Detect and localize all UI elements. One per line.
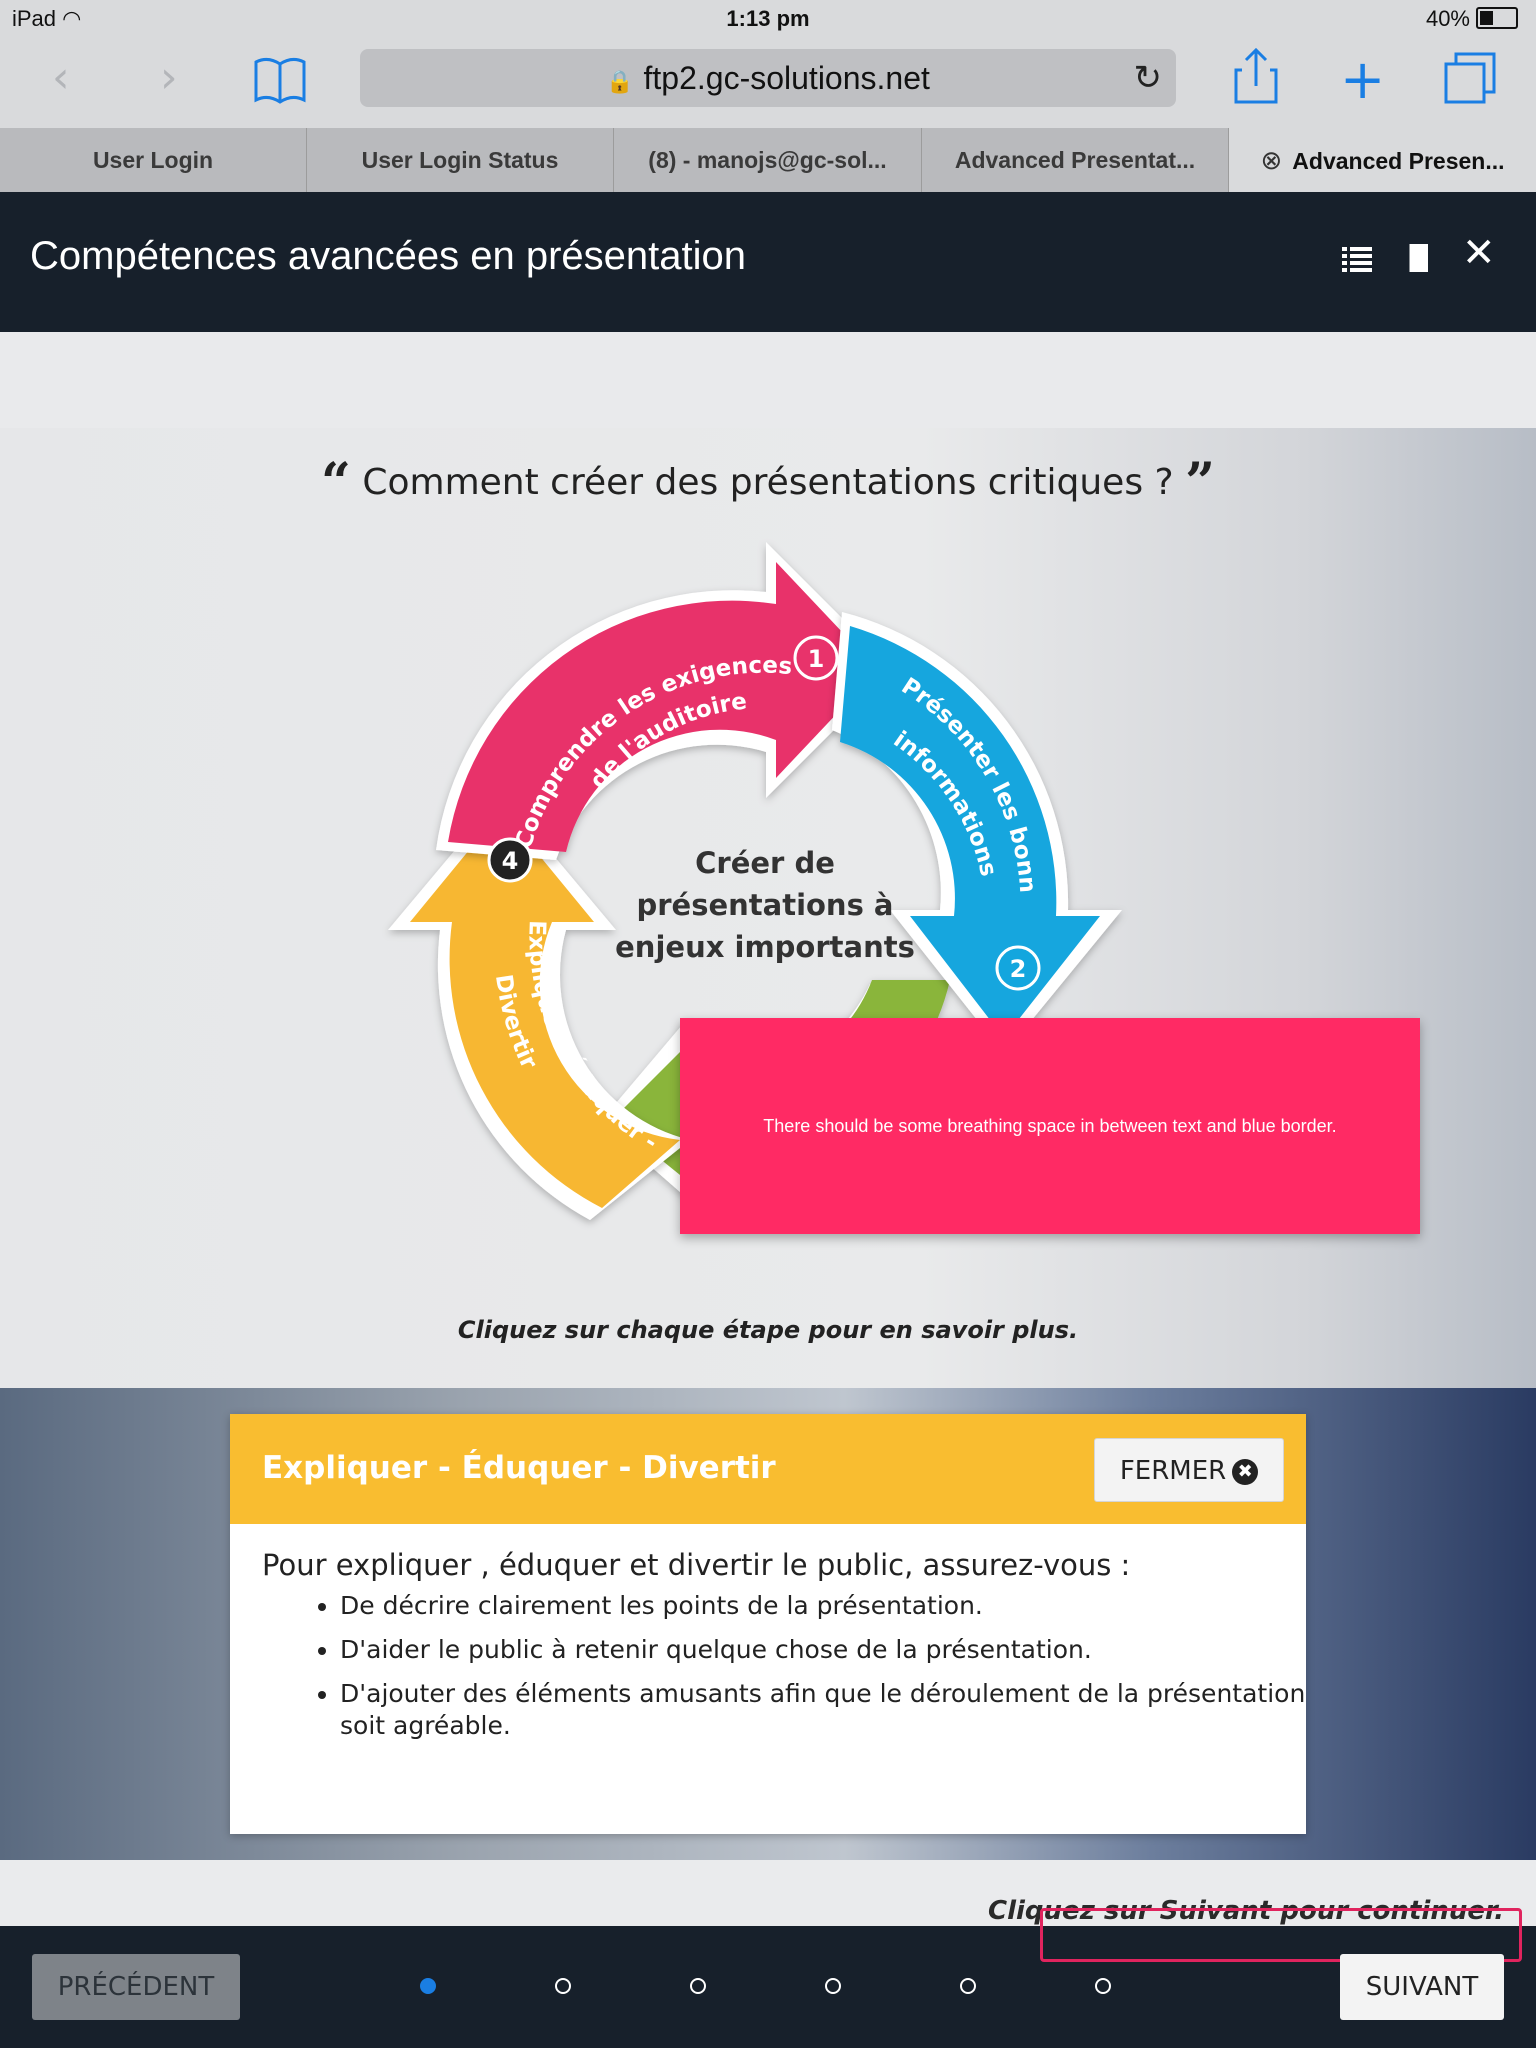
svg-text:2: 2 — [1010, 955, 1027, 983]
browser-tab[interactable]: User Login Status — [307, 128, 614, 192]
open-quote-icon: “ — [320, 452, 351, 513]
page-dot[interactable] — [555, 1978, 571, 1994]
share-icon[interactable] — [1234, 46, 1278, 106]
status-time: 1:13 pm — [726, 6, 810, 31]
list-item: De décrire clairement les points de la p… — [340, 1590, 1350, 1622]
back-icon[interactable]: ‹ — [52, 52, 70, 103]
previous-button[interactable]: PRÉCÉDENT — [32, 1954, 240, 2020]
course-title: Compétences avancées en présentation — [30, 234, 747, 278]
browser-tab[interactable]: User Login — [0, 128, 307, 192]
close-course-icon[interactable]: ✕ — [1462, 230, 1496, 276]
page-dot[interactable] — [1095, 1978, 1111, 1994]
step-1-badge[interactable]: 1 — [793, 635, 839, 681]
address-bar[interactable]: 🔒 ftp2.gc-solutions.net ↻ — [360, 49, 1176, 107]
step-2-badge[interactable]: 2 — [995, 945, 1041, 991]
battery-icon — [1476, 7, 1518, 29]
panel-title: Expliquer - Éduquer - Divertir — [262, 1450, 776, 1486]
book-icon[interactable] — [1404, 242, 1432, 274]
menu-list-icon[interactable] — [1342, 246, 1372, 274]
page-dot[interactable] — [420, 1978, 436, 1994]
lock-icon: 🔒 — [606, 69, 634, 94]
svg-text:4: 4 — [502, 847, 519, 875]
course-header: Compétences avancées en présentation ✕ — [0, 192, 1536, 332]
top-band — [0, 332, 1536, 429]
panel-intro: Pour expliquer , éduquer et divertir le … — [262, 1548, 1131, 1582]
browser-tab[interactable]: (8) - manojs@gc-sol... — [614, 128, 922, 192]
close-quote-icon: ” — [1185, 452, 1215, 513]
bookmarks-icon[interactable] — [252, 54, 308, 106]
new-tab-icon[interactable]: + — [1340, 48, 1385, 111]
panel-bullet-list: De décrire clairement les points de la p… — [262, 1590, 1350, 1754]
battery-indicator: 40% — [1426, 6, 1518, 32]
list-item: D'ajouter des éléments amusants afin que… — [340, 1678, 1350, 1742]
list-item: D'aider le public à retenir quelque chos… — [340, 1634, 1350, 1666]
forward-icon[interactable]: › — [160, 52, 178, 103]
close-circle-icon: ✖ — [1232, 1459, 1259, 1485]
slide-question: “ Comment créer des présentations critiq… — [320, 452, 1215, 513]
page-dot[interactable] — [690, 1978, 706, 1994]
step-4-badge[interactable]: 4 — [487, 837, 533, 883]
slide-hint: Cliquez sur chaque étape pour en savoir … — [457, 1316, 1079, 1344]
svg-text:1: 1 — [808, 645, 825, 673]
page-dot[interactable] — [960, 1978, 976, 1994]
url-text: ftp2.gc-solutions.net — [643, 60, 930, 96]
page-dot[interactable] — [825, 1978, 841, 1994]
cycle-step-1[interactable] — [436, 542, 894, 860]
close-tab-icon[interactable]: ⊗ — [1261, 145, 1283, 175]
status-bar: iPad ◠ 1:13 pm 40% — [0, 0, 1536, 40]
step-detail-panel: Expliquer - Éduquer - Divertir FERMER ✖ P… — [230, 1414, 1306, 1834]
browser-tab-active[interactable]: ⊗ Advanced Presen... — [1229, 128, 1536, 192]
reload-icon[interactable]: ↻ — [1134, 49, 1163, 107]
close-panel-button[interactable]: FERMER ✖ — [1094, 1438, 1284, 1502]
cycle-center-text: Créer de présentations à enjeux importan… — [615, 846, 915, 964]
panel-header: Expliquer - Éduquer - Divertir FERMER ✖ — [230, 1414, 1306, 1524]
review-comment-note: There should be some breathing space in … — [680, 1018, 1420, 1234]
tabs-overview-icon[interactable] — [1444, 52, 1496, 104]
browser-tab[interactable]: Advanced Presentat... — [922, 128, 1229, 192]
browser-tab-bar: User Login User Login Status (8) - manoj… — [0, 128, 1536, 193]
next-button[interactable]: SUIVANT — [1340, 1954, 1504, 2020]
